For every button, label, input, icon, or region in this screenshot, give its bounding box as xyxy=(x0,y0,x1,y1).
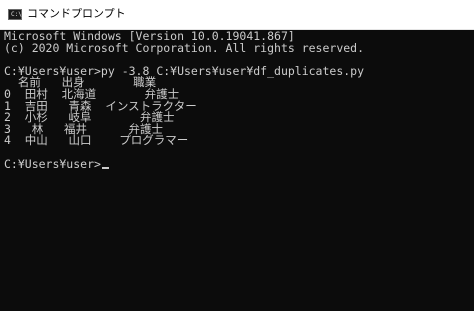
console-line-copyright: (c) 2020 Microsoft Corporation. All righ… xyxy=(4,40,365,55)
text-cursor xyxy=(101,166,109,169)
console-prompt: C:¥Users¥user> xyxy=(4,156,101,171)
console-line-table-row: 4 中山 山口 プログラマー xyxy=(4,133,189,148)
console-output[interactable]: Microsoft Windows [Version 10.0.19041.86… xyxy=(4,31,472,309)
title-bar[interactable]: C:\ コマンドプロンプト xyxy=(0,0,474,30)
console-prompt-line[interactable]: C:¥Users¥user> xyxy=(4,156,472,171)
console-app-icon[interactable]: C:\ xyxy=(8,9,22,20)
command-prompt-window: C:\ コマンドプロンプト Microsoft Windows [Version… xyxy=(0,0,474,311)
console-app-icon-glyph: C:\ xyxy=(11,11,22,18)
window-title: コマンドプロンプト xyxy=(27,7,126,20)
